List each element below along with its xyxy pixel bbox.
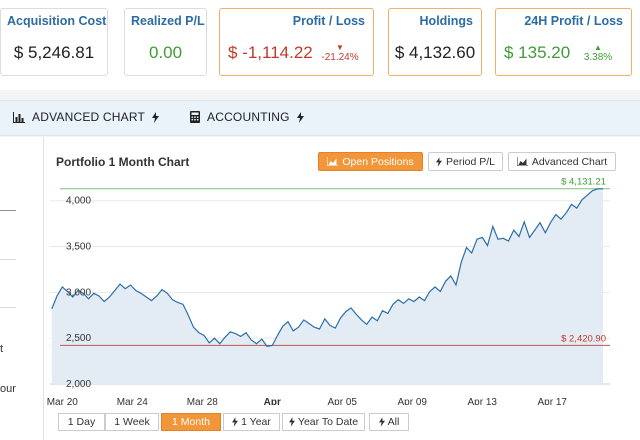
holdings-label: Holdings — [419, 14, 473, 28]
realized-pl-card: Realized P/L 0.00 — [124, 8, 207, 76]
tab-advanced-chart-label: ADVANCED CHART — [32, 110, 146, 124]
tab-accounting-label: ACCOUNTING — [207, 110, 290, 124]
bolt-icon — [296, 111, 304, 123]
x-tick-label: Apr 17 — [538, 397, 568, 405]
series-area — [51, 188, 604, 384]
left-pane: t our — [0, 137, 44, 440]
bolt-icon — [288, 417, 295, 427]
profit-loss-value: $ -1,114.22 — [228, 43, 313, 62]
range-button-label: 1 Month — [172, 416, 210, 428]
calculator-icon — [190, 111, 200, 123]
holdings-card: Holdings $ 4,132.60 — [388, 8, 482, 76]
y-tick-label: 3,000 — [66, 287, 91, 298]
x-tick-label: Apr 05 — [328, 397, 358, 405]
range-button-1-year[interactable]: 1 Year — [223, 413, 280, 431]
profit-24h-value: $ 135.20 — [504, 43, 571, 62]
range-button-all[interactable]: All — [369, 413, 409, 431]
caret-down-icon: ▼ — [336, 43, 344, 52]
left-pane-text-fragment: t — [0, 343, 4, 355]
profit-24h-card: 24H Profit / Loss $ 135.20 ▲ 3.38% — [495, 8, 632, 76]
summary-cards: Acquisition Cost $ 5,246.81 Realized P/L… — [0, 0, 640, 90]
range-button-year-to-date[interactable]: Year To Date — [282, 413, 365, 431]
divider — [0, 259, 16, 260]
x-tick-label: Mar 28 — [187, 397, 219, 405]
range-button-1-week[interactable]: 1 Week — [105, 413, 159, 431]
range-button-label: 1 Week — [114, 416, 150, 428]
bar-chart-icon — [13, 111, 25, 123]
x-tick-label: Apr 13 — [468, 397, 498, 405]
range-button-label: All — [387, 416, 400, 428]
holdings-value: $ 4,132.60 — [394, 43, 476, 62]
x-tick-label: Apr — [264, 397, 281, 405]
realized-pl-value: 0.00 — [148, 43, 183, 62]
profit-loss-change: ▼ -21.24% — [319, 43, 361, 64]
divider — [0, 307, 16, 308]
profit-loss-label: Profit / Loss — [292, 14, 365, 28]
acquisition-cost-card: Acquisition Cost $ 5,246.81 — [0, 8, 108, 76]
profit-loss-card: Profit / Loss $ -1,114.22 ▼ -21.24% — [219, 8, 374, 76]
realized-pl-label: Realized P/L — [131, 14, 205, 28]
tab-accounting[interactable]: ACCOUNTING — [190, 110, 304, 124]
x-tick-label: Mar 24 — [117, 397, 149, 405]
profit-loss-change-text: -21.24% — [321, 52, 359, 63]
profit-24h-change-text: 3.38% — [583, 52, 613, 63]
range-button-label: Year To Date — [297, 416, 359, 428]
range-button-1-month[interactable]: 1 Month — [161, 413, 221, 431]
range-button-label: 1 Year — [241, 416, 271, 428]
min-value-label: $ 2,420.90 — [561, 333, 606, 344]
x-axis-labels: Mar 20 Mar 24 Mar 28 Apr Apr 05 Apr 09 Apr 13 A… — [47, 397, 568, 405]
portfolio-chart: $ 4,131.21 $ 2,420.90 4,000 3,500 3,000 2,50… — [47, 177, 610, 405]
x-tick-label: Mar 20 — [47, 397, 79, 405]
y-tick-label: 2,500 — [66, 333, 91, 344]
range-button-label: 1 Day — [67, 416, 96, 428]
y-tick-label: 2,000 — [66, 379, 91, 390]
caret-up-icon: ▲ — [594, 43, 602, 52]
bolt-icon — [378, 417, 385, 427]
acquisition-cost-value: $ 5,246.81 — [13, 43, 95, 62]
profit-24h-label: 24H Profit / Loss — [524, 14, 623, 28]
bolt-icon — [232, 417, 239, 427]
chart-panel: Portfolio 1 Month Chart Open Positions P… — [44, 137, 640, 440]
range-button-1-day[interactable]: 1 Day — [58, 413, 105, 431]
bolt-icon — [152, 111, 160, 123]
divider — [0, 210, 16, 211]
y-tick-label: 4,000 — [66, 196, 91, 207]
profit-24h-change: ▲ 3.38% — [577, 43, 619, 64]
left-pane-text-fragment: our — [0, 383, 16, 395]
tabs-bar: ADVANCED CHART ACCOUNTING — [0, 100, 640, 136]
tab-advanced-chart[interactable]: ADVANCED CHART — [13, 110, 160, 124]
max-value-label: $ 4,131.21 — [561, 177, 606, 188]
y-tick-label: 3,500 — [66, 242, 91, 253]
acquisition-cost-label: Acquisition Cost — [7, 14, 107, 28]
x-tick-label: Apr 09 — [398, 397, 428, 405]
